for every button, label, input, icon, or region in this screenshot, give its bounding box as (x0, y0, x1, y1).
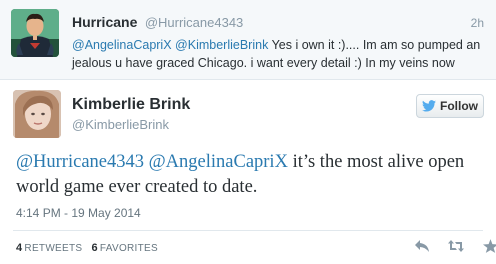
tweet-actions (412, 236, 496, 256)
woman-avatar-icon (13, 90, 61, 138)
retweets-count: 4 (16, 242, 23, 254)
favorites-count: 6 (91, 242, 98, 254)
parent-author[interactable]: Hurricane @Hurricane4343 (72, 14, 243, 32)
hurricane-avatar[interactable] (11, 9, 59, 57)
mention-link[interactable]: @AngelinaCapriX (149, 152, 288, 172)
retweet-icon[interactable] (446, 236, 466, 256)
kimberlie-avatar[interactable] (13, 90, 61, 138)
reply-icon[interactable] (412, 236, 432, 256)
parent-tweet[interactable]: Hurricane @Hurricane4343 2h @AngelinaCap… (0, 0, 496, 80)
author-handle[interactable]: @KimberlieBrink (72, 117, 169, 132)
bird-icon (422, 100, 436, 112)
parent-author-handle[interactable]: @Hurricane4343 (145, 15, 243, 30)
follow-button[interactable]: Follow (416, 94, 484, 118)
mention-link[interactable]: @Hurricane4343 (16, 152, 144, 172)
favorites-label: FAVORITES (99, 243, 158, 254)
favorite-icon[interactable] (480, 236, 496, 256)
tweet-stats: 4 RETWEETS 6 FAVORITES (16, 242, 158, 254)
parent-author-name[interactable]: Hurricane (72, 14, 137, 30)
retweets-label: RETWEETS (24, 243, 83, 254)
tweet-text: @Hurricane4343 @AngelinaCapriX it’s the … (16, 150, 486, 200)
parent-time[interactable]: 2h (471, 16, 484, 30)
tweet-timestamp[interactable]: 4:14 PM - 19 May 2014 (16, 206, 141, 220)
follow-label: Follow (440, 99, 478, 113)
mention-link[interactable]: @AngelinaCapriX (72, 38, 172, 52)
divider (13, 230, 483, 231)
favorites-stat[interactable]: 6 FAVORITES (91, 242, 158, 254)
parent-tweet-text: @AngelinaCapriX @KimberlieBrink Yes i ow… (72, 36, 482, 72)
retweets-stat[interactable]: 4 RETWEETS (16, 242, 83, 254)
mention-link[interactable]: @KimberlieBrink (175, 38, 268, 52)
superhero-avatar-icon (11, 9, 59, 57)
author-name[interactable]: Kimberlie Brink (72, 96, 190, 114)
